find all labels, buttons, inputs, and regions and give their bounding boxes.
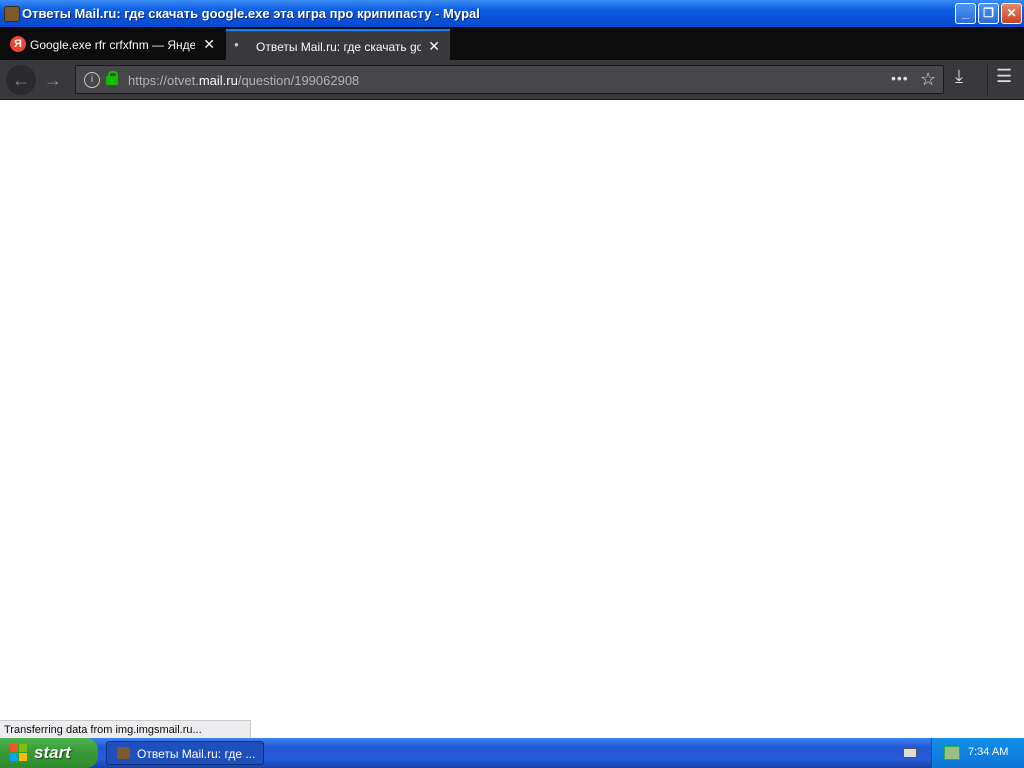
page-actions-icon[interactable]: ••• (891, 70, 909, 86)
system-tray: 7:34 AM (931, 738, 1024, 768)
hamburger-menu-icon[interactable]: ☰ (996, 66, 1012, 87)
forward-button[interactable]: → (38, 65, 68, 95)
tab-label: Google.exe rfr crfxfnm — Яндекс (30, 38, 195, 52)
tab-otvet-mail[interactable]: ● Ответы Mail.ru: где скачать google.exe… (226, 29, 450, 60)
secure-lock-icon[interactable] (106, 71, 118, 85)
keyboard-language-icon[interactable] (903, 748, 917, 758)
network-icon[interactable] (944, 746, 960, 760)
page-content[interactable] (0, 100, 1024, 738)
task-label: Ответы Mail.ru: где ... (137, 747, 256, 761)
bookmark-star-icon[interactable]: ☆ (920, 69, 936, 90)
address-bar[interactable]: i https://otvet.mail.ru/question/1990629… (75, 65, 944, 94)
start-button[interactable]: start (0, 738, 98, 768)
close-tab-icon[interactable]: ✕ (428, 38, 440, 55)
url-text[interactable]: https://otvet.mail.ru/question/199062908 (128, 73, 359, 88)
mypal-app-icon[interactable] (4, 6, 20, 22)
start-label: start (34, 743, 71, 762)
back-button[interactable]: ← (6, 65, 36, 95)
yandex-favicon-icon: Я (10, 36, 26, 52)
close-tab-icon[interactable]: ✕ (203, 36, 215, 53)
tab-strip: Я Google.exe rfr crfxfnm — Яндекс ✕ ● От… (0, 27, 1024, 60)
tab-yandex[interactable]: Я Google.exe rfr crfxfnm — Яндекс ✕ (0, 29, 225, 60)
close-window-button[interactable]: ✕ (1001, 3, 1022, 24)
window-title: Ответы Mail.ru: где скачать google.exe э… (22, 6, 480, 21)
taskbar: start Ответы Mail.ru: где ... 7:34 AM (0, 738, 1024, 768)
restore-button[interactable]: ❐ (978, 3, 999, 24)
taskbar-window-button[interactable]: Ответы Mail.ru: где ... (106, 741, 264, 765)
window-titlebar[interactable]: Ответы Mail.ru: где скачать google.exe э… (0, 0, 1024, 27)
toolbar-divider (987, 65, 988, 95)
download-icon[interactable]: ⤓ (955, 66, 963, 87)
mypal-task-icon (117, 747, 130, 759)
minimize-button[interactable]: _ (955, 3, 976, 24)
loading-indicator-icon: ● (234, 40, 239, 49)
clock[interactable]: 7:34 AM (968, 746, 1008, 758)
tab-label: Ответы Mail.ru: где скачать google.exe (256, 40, 421, 54)
navigation-toolbar: ← → i https://otvet.mail.ru/question/199… (0, 60, 1024, 100)
site-info-icon[interactable]: i (84, 72, 100, 88)
windows-logo-icon (10, 744, 28, 762)
status-panel: Transferring data from img.imgsmail.ru..… (0, 720, 251, 739)
